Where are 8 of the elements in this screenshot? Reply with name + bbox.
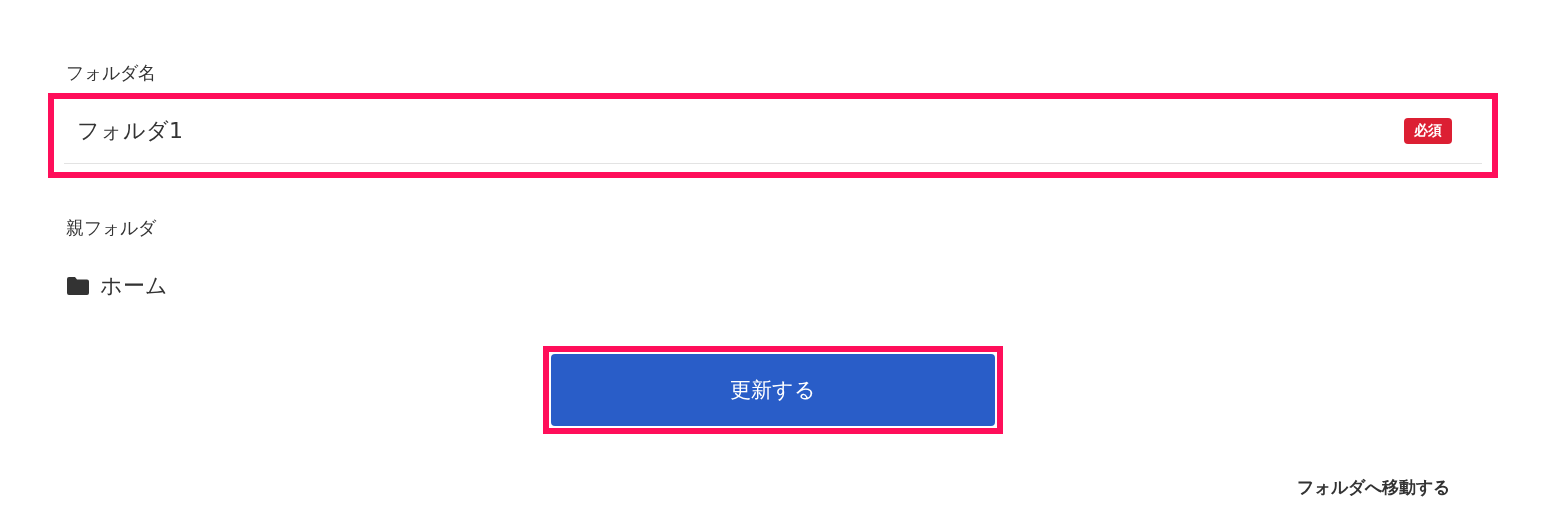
input-field[interactable]: フォルダ1 必須 <box>64 99 1482 164</box>
field-label: フォルダ名 <box>66 61 157 85</box>
move-to-folder-link[interactable]: フォルダへ移動する <box>1297 476 1450 499</box>
update-button[interactable]: 更新する <box>551 354 995 426</box>
folder-icon <box>66 276 90 296</box>
parent-folder-name: ホーム <box>100 272 168 300</box>
field-label: 親フォルダ <box>66 216 157 240</box>
required-badge: 必須 <box>1404 118 1452 144</box>
